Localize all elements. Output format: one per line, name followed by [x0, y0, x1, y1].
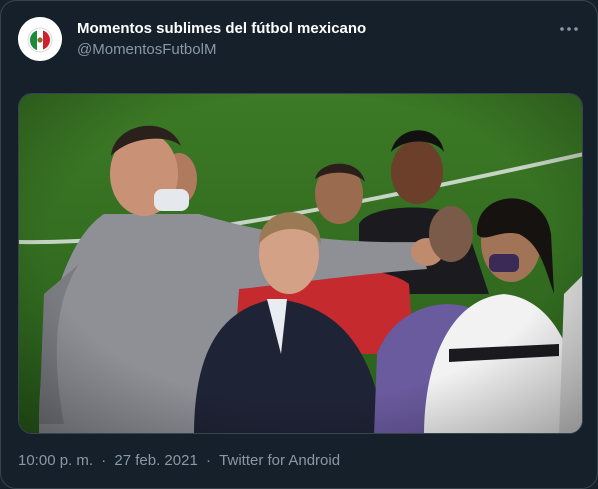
mexico-flag-ball-logo-icon — [18, 17, 62, 61]
tweet-metadata: 10:00 p. m. · 27 feb. 2021 · Twitter for… — [18, 452, 340, 469]
meta-separator: · — [205, 452, 211, 469]
tweet-source[interactable]: Twitter for Android — [219, 452, 340, 469]
meta-separator: · — [101, 452, 107, 469]
author-name[interactable]: Momentos sublimes del fútbol mexicano — [77, 20, 366, 37]
tweet-card: Momentos sublimes del fútbol mexicano @M… — [0, 0, 598, 489]
author-avatar[interactable] — [18, 17, 62, 61]
author-handle[interactable]: @MomentosFutbolM — [77, 41, 216, 58]
tweet-timestamp[interactable]: 10:00 p. m. — [18, 452, 93, 469]
more-options-button[interactable] — [553, 13, 585, 45]
tweet-media-video[interactable] — [18, 93, 583, 434]
video-frame-image — [19, 94, 582, 433]
more-options-icon — [560, 27, 578, 31]
tweet-date[interactable]: 27 feb. 2021 — [114, 452, 197, 469]
